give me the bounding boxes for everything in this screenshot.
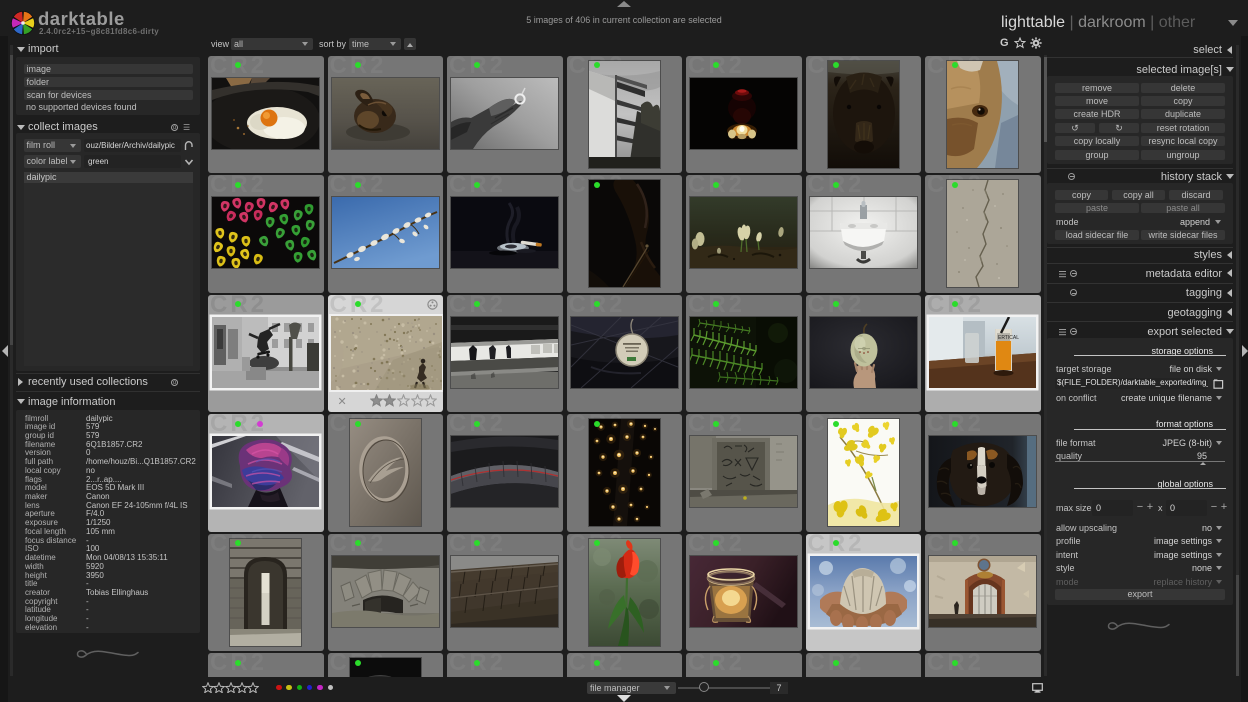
svg-text:ERTICAL: ERTICAL (998, 335, 1019, 341)
